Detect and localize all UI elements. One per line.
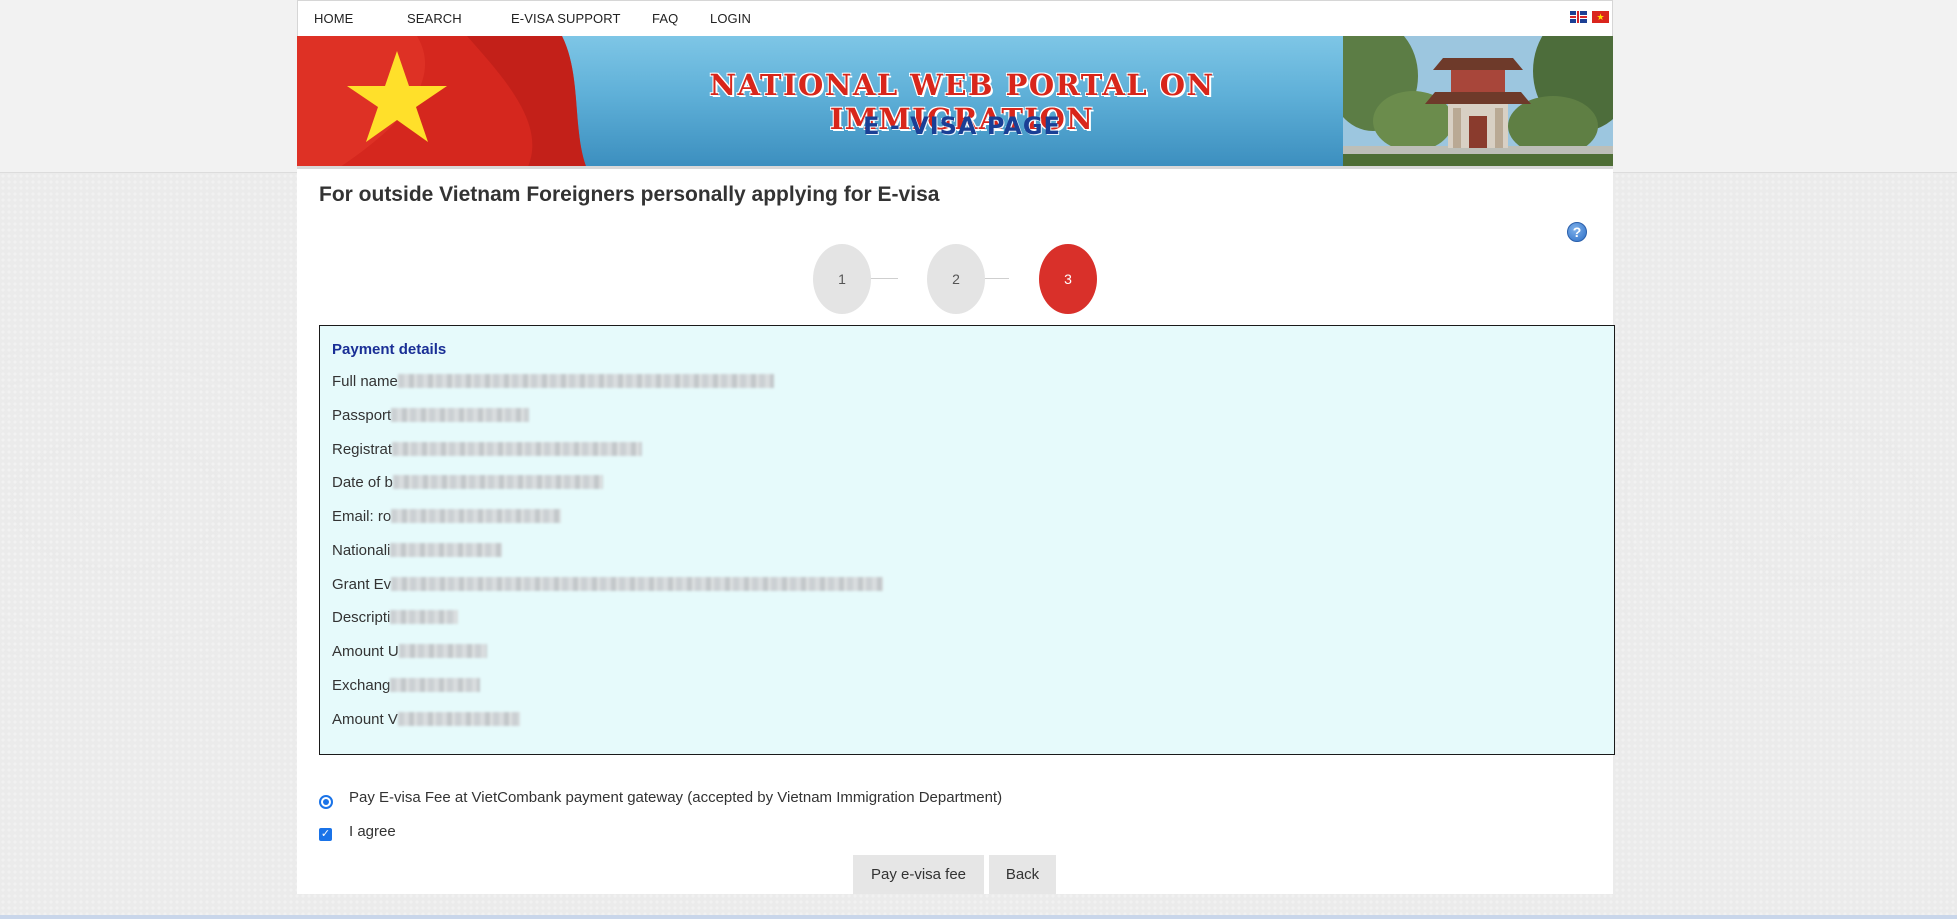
detail-row-passport: Passport	[332, 405, 530, 425]
payment-details-heading: Payment details	[332, 341, 447, 358]
nav-login[interactable]: LOGIN	[710, 11, 751, 26]
vietnam-flag-illustration	[297, 36, 587, 166]
detail-row-date-of-birth: Date of b	[332, 472, 603, 492]
redacted-value	[398, 644, 487, 658]
detail-label: Nationali	[332, 541, 391, 559]
redacted-value	[390, 610, 459, 624]
detail-label: Descripti	[332, 608, 391, 626]
payment-gateway-label: Pay E-visa Fee at VietCombank payment ga…	[349, 789, 1003, 806]
detail-row-registration: Registrat	[332, 439, 643, 459]
redacted-value	[392, 442, 643, 456]
vietnam-flag-icon[interactable]: ★	[1592, 11, 1609, 23]
bottom-border	[0, 915, 1957, 919]
detail-row-amount-usd: Amount U	[332, 641, 487, 661]
redacted-value	[390, 678, 481, 692]
detail-label: Passport	[332, 406, 392, 424]
detail-row-email: Email: ro	[332, 506, 562, 526]
detail-label: Exchang	[332, 676, 391, 694]
step-2: 2	[927, 244, 985, 314]
redacted-value	[390, 543, 503, 557]
main-container: HOME SEARCH E-VISA SUPPORT FAQ LOGIN ★ N…	[297, 0, 1615, 894]
redacted-value	[397, 712, 520, 726]
help-icon[interactable]: ?	[1567, 222, 1587, 242]
redacted-value	[397, 374, 774, 388]
detail-row-description: Descripti	[332, 607, 459, 627]
detail-label: Grant Ev	[332, 575, 392, 593]
payment-gateway-radio[interactable]	[319, 795, 333, 809]
detail-row-full-name: Full name	[332, 371, 774, 391]
detail-label: Registrat	[332, 440, 393, 458]
agree-checkbox[interactable]: ✓	[319, 828, 332, 841]
detail-label: Email: ro	[332, 507, 392, 525]
redacted-value	[392, 475, 603, 489]
back-button[interactable]: Back	[989, 855, 1056, 894]
detail-label: Amount V	[332, 710, 398, 728]
redacted-value	[391, 577, 884, 591]
step-3-active: 3	[1039, 244, 1097, 314]
detail-label: Amount U	[332, 642, 399, 660]
nav-evisa-support[interactable]: E-VISA SUPPORT	[511, 11, 621, 26]
header-banner: NATIONAL WEB PORTAL ON IMMIGRATION E - V…	[297, 36, 1613, 169]
step-1: 1	[813, 244, 871, 314]
redacted-value	[391, 509, 562, 523]
detail-row-nationality: Nationali	[332, 540, 503, 560]
detail-label: Date of b	[332, 473, 393, 491]
redacted-value	[391, 408, 530, 422]
nav-search[interactable]: SEARCH	[407, 11, 462, 26]
detail-row-exchange-rate: Exchang	[332, 675, 481, 695]
top-nav: HOME SEARCH E-VISA SUPPORT FAQ LOGIN ★	[297, 0, 1613, 36]
detail-row-grant-evisa: Grant Ev	[332, 574, 884, 594]
page-title: For outside Vietnam Foreigners personall…	[319, 183, 940, 206]
nav-home[interactable]: HOME	[314, 11, 353, 26]
payment-details-panel: Payment details Full name Passport Regis…	[319, 325, 1615, 755]
detail-label: Full name	[332, 372, 398, 390]
uk-flag-icon[interactable]	[1570, 11, 1587, 23]
banner-subtitle: E - VISA PAGE	[863, 112, 1061, 140]
agree-label: I agree	[349, 823, 396, 840]
pay-evisa-fee-button[interactable]: Pay e-visa fee	[853, 855, 984, 894]
detail-row-amount-vnd: Amount V	[332, 709, 520, 729]
temple-illustration	[1343, 36, 1613, 166]
nav-faq[interactable]: FAQ	[652, 11, 678, 26]
